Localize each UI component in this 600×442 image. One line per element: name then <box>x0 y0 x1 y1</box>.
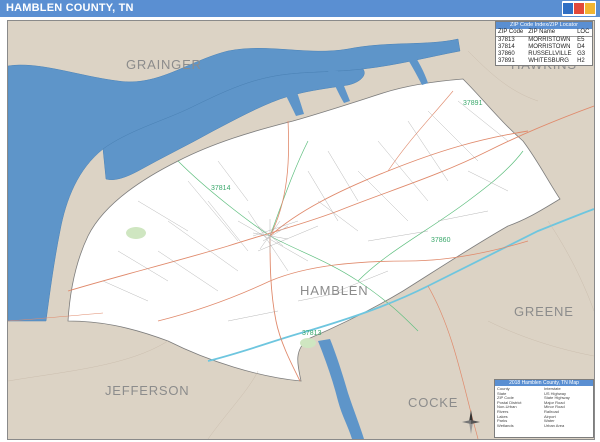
zip-table: ZIP Code ZIP Name LOC 37813 MORRISTOWN E… <box>496 29 592 65</box>
title-bar: HAMBLEN COUNTY, TN <box>0 0 600 17</box>
zip-label-37891: 37891 <box>463 100 483 107</box>
zip-loc-cell: E5 <box>577 37 585 43</box>
park-2 <box>300 338 316 348</box>
zip-cell: 37860 <box>498 51 515 57</box>
county-label-hamblen: HAMBLEN <box>300 283 369 298</box>
zip-cell: 37891 <box>498 58 515 64</box>
zip-loc-cell: H2 <box>577 58 585 64</box>
table-row: 37814 MORRISTOWN D4 <box>496 44 592 51</box>
zip-name-cell: MORRISTOWN <box>528 37 571 43</box>
county-label-greene: GREENE <box>514 304 574 319</box>
county-label-grainger: GRAINGER <box>126 57 202 72</box>
legend-item: Urban Area <box>544 422 565 428</box>
lake-south <box>318 339 364 439</box>
zip-code-index: ZIP Code Index/ZIP Locator ZIP Code ZIP … <box>495 21 593 66</box>
page-title: HAMBLEN COUNTY, TN <box>6 2 134 14</box>
map-legend: 2018 Hamblen County, TN Map County State… <box>494 379 594 438</box>
map-area[interactable]: GRAINGER HAWKINS GREENE JEFFERSON COCKE … <box>7 20 595 440</box>
legend-col-left: County State ZIP Code Postal District No… <box>497 386 544 428</box>
logo-icon <box>563 3 595 14</box>
zip-col-code: ZIP Code <box>496 29 527 37</box>
table-row: 37813 MORRISTOWN E5 <box>496 37 592 45</box>
legend-col-right: Interstate US Highway State Highway Majo… <box>544 386 591 428</box>
legend-columns: County State ZIP Code Postal District No… <box>495 386 593 429</box>
zip-label-37860: 37860 <box>431 237 451 244</box>
zip-table-title: ZIP Code Index/ZIP Locator <box>496 22 592 29</box>
park-1 <box>126 227 146 239</box>
map-canvas[interactable] <box>8 21 594 439</box>
table-row: 37860 RUSSELLVILLE G3 <box>496 51 592 58</box>
table-row: 37891 WHITESBURG H2 <box>496 58 592 65</box>
zip-name-cell: MORRISTOWN <box>528 44 571 50</box>
zip-col-loc: LOC <box>575 29 592 37</box>
zip-col-name: ZIP Name <box>526 29 576 37</box>
zip-label-37814: 37814 <box>211 185 231 192</box>
zip-table-header: ZIP Code ZIP Name LOC <box>496 29 592 37</box>
map-frame: HAMBLEN COUNTY, TN GRAINGER GREENE JEFFE… <box>0 0 600 442</box>
county-label-cocke: COCKE <box>408 395 459 410</box>
county-label-jefferson: JEFFERSON <box>105 383 190 398</box>
zip-name-cell: RUSSELLVILLE <box>528 51 572 57</box>
legend-item: Wetlands <box>497 422 514 428</box>
logo <box>562 1 596 16</box>
zip-loc-cell: G3 <box>577 51 586 57</box>
zip-label-37813: 37813 <box>302 330 322 337</box>
zip-cell: 37813 <box>498 37 515 43</box>
compass-rose-icon <box>462 410 480 434</box>
zip-name-cell: WHITESBURG <box>528 58 569 64</box>
zip-cell: 37814 <box>498 44 515 50</box>
zip-loc-cell: D4 <box>577 44 585 50</box>
